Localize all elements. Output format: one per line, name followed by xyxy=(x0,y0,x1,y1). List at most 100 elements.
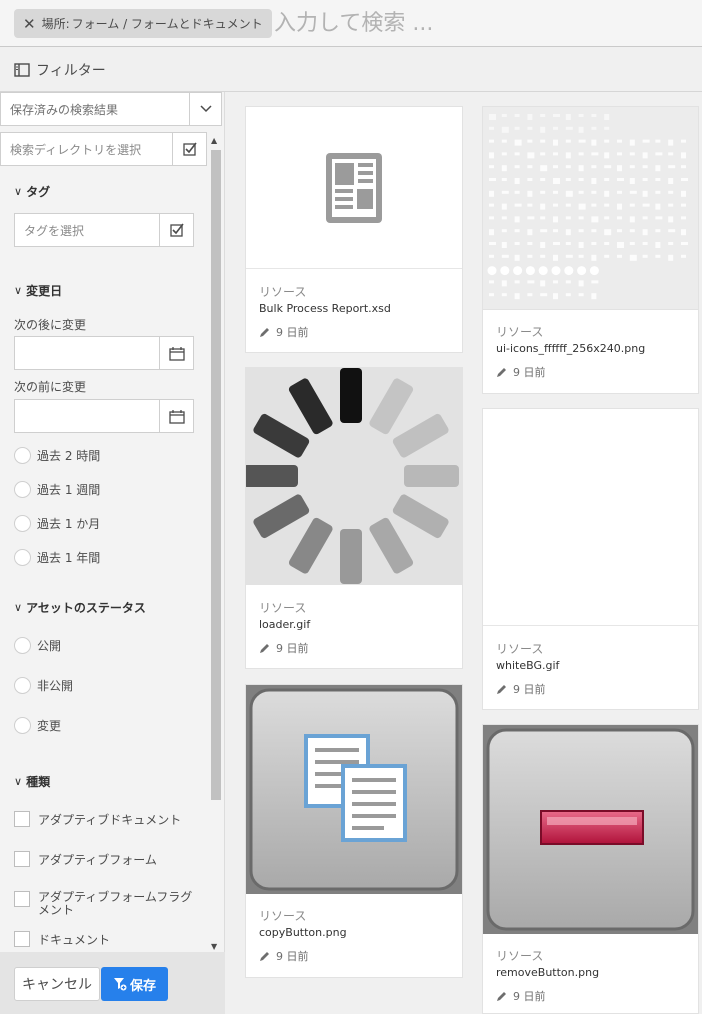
sprite-glyph xyxy=(527,242,533,245)
save-button[interactable]: 保存 xyxy=(101,967,168,1001)
radio-circle[interactable] xyxy=(14,549,31,566)
radio-circle[interactable] xyxy=(14,481,31,498)
loader-spoke xyxy=(288,378,333,435)
checkbox-adaptive-form[interactable]: アダプティブフォーム xyxy=(14,851,157,868)
modified-before-label: 次の前に変更 xyxy=(14,380,87,394)
directory-placeholder: 検索ディレクトリを選択 xyxy=(10,142,142,157)
asset-card[interactable]: リソース Bulk Process Report.xsd 9 日前 xyxy=(245,106,463,353)
scroll-down-icon[interactable]: ▼ xyxy=(211,942,217,951)
asset-card[interactable]: リソース removeButton.png 9 日前 xyxy=(482,724,699,1014)
checkbox[interactable] xyxy=(14,931,30,947)
sprite-glyph xyxy=(681,190,686,197)
cancel-button[interactable]: キャンセル xyxy=(14,967,100,1001)
blank-thumbnail[interactable] xyxy=(483,409,698,626)
asset-thumbnail[interactable] xyxy=(483,107,698,310)
checkbox[interactable] xyxy=(14,891,30,907)
sprite-glyph xyxy=(617,190,622,194)
radio-circle[interactable] xyxy=(14,447,31,464)
chevron-down-icon[interactable] xyxy=(189,93,221,125)
asset-status-section-header[interactable]: ∨ アセットのステータス xyxy=(14,599,146,616)
sprite-glyph xyxy=(553,293,558,300)
sprite-glyph xyxy=(540,293,548,297)
sprite-glyph xyxy=(501,280,507,287)
radio-circle[interactable] xyxy=(14,717,31,734)
sprite-glyph xyxy=(553,152,558,156)
saved-search-select[interactable]: 保存済みの検索結果 xyxy=(0,92,222,126)
pencil-icon xyxy=(260,327,269,337)
checkbox-select-icon[interactable] xyxy=(172,133,206,165)
sprite-glyph xyxy=(642,139,650,143)
filter-save-icon xyxy=(113,978,127,991)
radio-past-1-week[interactable]: 過去 1 週間 xyxy=(14,481,100,498)
asset-type: リソース xyxy=(496,949,544,963)
type-heading: 種類 xyxy=(26,775,51,789)
pencil-icon xyxy=(497,684,506,694)
type-section-header[interactable]: ∨ 種類 xyxy=(14,773,50,790)
asset-thumbnail[interactable] xyxy=(246,685,462,894)
radio-published[interactable]: 公開 xyxy=(14,637,61,654)
sprite-glyph xyxy=(617,178,624,181)
sprite-glyph xyxy=(668,165,676,169)
checkbox-document[interactable]: ドキュメント xyxy=(14,931,110,948)
tag-field[interactable]: タグを選択 xyxy=(14,213,194,247)
filter-scrollbar[interactable]: ▲ ▼ xyxy=(209,136,223,951)
modified-before-date-field[interactable] xyxy=(14,399,194,433)
sprite-glyph xyxy=(629,229,635,233)
sprite-glyph xyxy=(655,229,661,233)
sprite-glyph xyxy=(565,242,571,245)
asset-thumbnail[interactable] xyxy=(483,725,698,934)
sprite-glyph xyxy=(591,165,597,169)
asset-card[interactable]: リソース whiteBG.gif 9 日前 xyxy=(482,408,699,710)
checkbox[interactable] xyxy=(14,851,30,867)
sprite-glyph xyxy=(489,242,496,245)
sprite-glyph xyxy=(642,178,648,181)
scroll-up-icon[interactable]: ▲ xyxy=(211,136,217,145)
checkbox-adaptive-form-fragment[interactable]: アダプティブフォームフラグメント xyxy=(14,891,199,917)
scrollbar-thumb[interactable] xyxy=(211,150,221,800)
close-icon[interactable]: ✕ xyxy=(23,15,36,33)
filter-title: フィルター xyxy=(36,63,106,79)
search-input[interactable]: 入力して検索 ... xyxy=(274,9,433,39)
sprite-glyph xyxy=(489,216,494,220)
asset-card[interactable]: リソース loader.gif 9 日前 xyxy=(243,367,463,669)
sprite-glyph xyxy=(553,280,558,284)
calendar-icon[interactable] xyxy=(159,400,193,432)
radio-circle[interactable] xyxy=(14,637,31,654)
radio-label: 非公開 xyxy=(37,679,74,693)
asset-thumbnail[interactable] xyxy=(243,368,462,585)
sprite-glyph xyxy=(540,152,546,156)
asset-card[interactable]: リソース copyButton.png 9 日前 xyxy=(245,684,463,978)
sprite-glyph xyxy=(655,139,661,143)
sprite-glyph xyxy=(514,229,520,233)
checkbox-select-icon[interactable] xyxy=(159,214,193,246)
checkbox[interactable] xyxy=(14,811,30,827)
sprite-glyph xyxy=(540,229,548,233)
directory-field[interactable]: 検索ディレクトリを選択 xyxy=(0,132,207,166)
asset-card[interactable]: リソース ui-icons_ffffff_256x240.png 9 日前 xyxy=(482,106,699,394)
sprite-glyph xyxy=(681,203,686,207)
asset-meta: リソース Bulk Process Report.xsd 9 日前 xyxy=(259,283,391,340)
radio-circle[interactable] xyxy=(14,677,31,694)
filter-toggle[interactable]: フィルター xyxy=(14,60,106,80)
calendar-icon[interactable] xyxy=(159,337,193,369)
radio-past-1-month[interactable]: 過去 1 か月 xyxy=(14,515,100,532)
modified-section-header[interactable]: ∨ 変更日 xyxy=(14,282,62,299)
sprite-glyph xyxy=(591,293,597,300)
sprite-glyph xyxy=(514,152,520,156)
radio-past-2-hours[interactable]: 過去 2 時間 xyxy=(14,447,100,464)
sprite-glyph xyxy=(553,229,558,233)
modified-after-date-field[interactable] xyxy=(14,336,194,370)
checkbox-adaptive-document[interactable]: アダプティブドキュメント xyxy=(14,811,181,828)
radio-modified[interactable]: 変更 xyxy=(14,717,61,734)
sprite-glyph xyxy=(578,254,584,258)
radio-circle[interactable] xyxy=(14,515,31,532)
radio-past-1-year[interactable]: 過去 1 年間 xyxy=(14,549,100,566)
sprite-glyph xyxy=(591,254,597,261)
location-tag[interactable]: ✕ 場所: フォーム / フォームとドキュメント xyxy=(14,9,272,38)
loader-spoke xyxy=(243,465,298,487)
tags-heading: タグ xyxy=(26,185,51,199)
tags-section-header[interactable]: ∨ タグ xyxy=(14,183,50,200)
loader-spoke xyxy=(404,465,459,487)
radio-unpublished[interactable]: 非公開 xyxy=(14,677,73,694)
asset-thumbnail[interactable] xyxy=(246,107,462,269)
